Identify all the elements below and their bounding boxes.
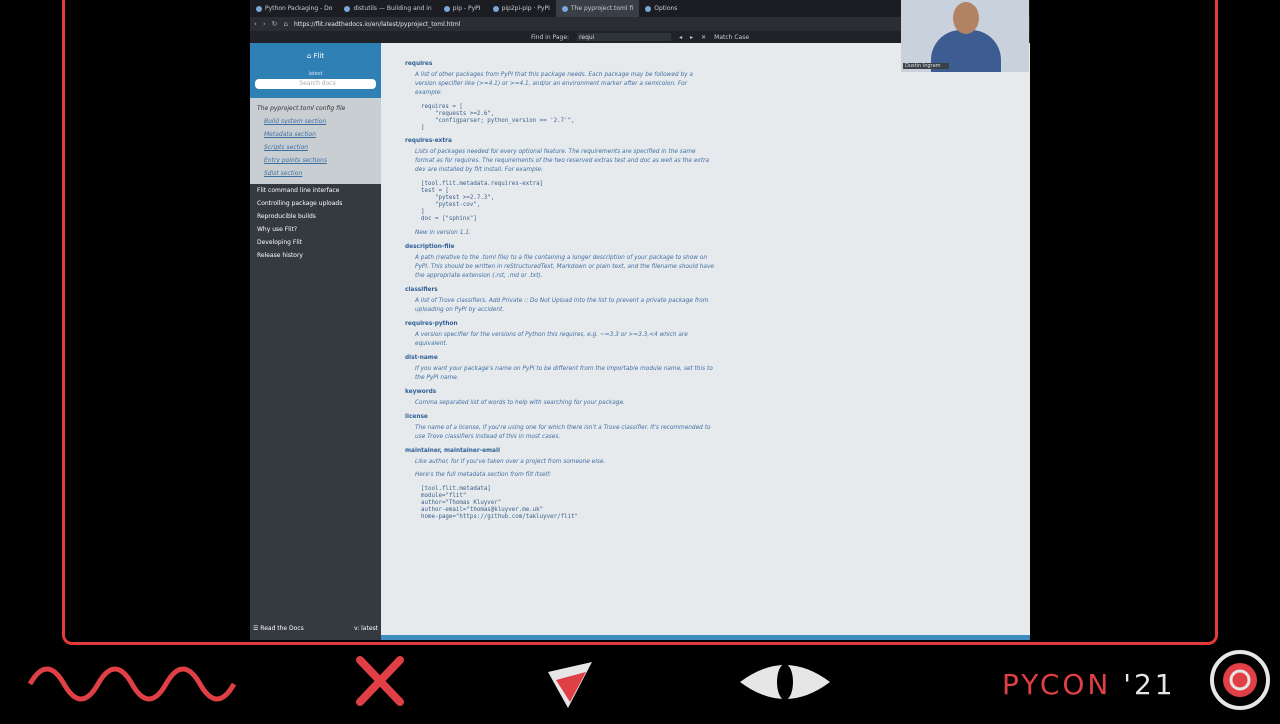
- x-icon: [356, 656, 404, 706]
- doc-body: requires A list of other packages from Py…: [381, 43, 1030, 521]
- doc-paragraph: Comma separated list of words to help wi…: [415, 400, 625, 406]
- github-icon: [645, 5, 652, 12]
- doc-paragraph: A list of Trove classifiers. Add Private…: [415, 298, 709, 313]
- back-icon[interactable]: ‹: [254, 20, 257, 28]
- tab-label: Python Packaging - Do: [265, 5, 333, 12]
- code-block: [tool.flit.metadata.requires-extra] test…: [421, 181, 544, 222]
- tab-distutils[interactable]: distutils — Building and in: [338, 5, 437, 12]
- sidebar-subitem[interactable]: Metadata section: [250, 128, 381, 141]
- doc-paragraph: A list of other packages from PyPI that …: [415, 72, 693, 96]
- speaker-head: [953, 2, 979, 34]
- doc-term: description-file: [405, 244, 455, 250]
- tab-options[interactable]: Options: [639, 5, 683, 12]
- find-next-icon[interactable]: ▸: [690, 34, 693, 41]
- speaker-caption: Dustin Ingram: [903, 63, 949, 69]
- sidebar-item-pyproject[interactable]: The pyproject.toml config file: [250, 102, 381, 115]
- doc-main: requires A list of other packages from Py…: [381, 43, 1030, 640]
- doc-paragraph: A path (relative to the .toml file) to a…: [415, 255, 714, 279]
- tab-label: pip2pi-pip · PyPI: [501, 5, 550, 12]
- sidebar-item[interactable]: Why use Flit?: [250, 223, 381, 236]
- pypi-icon: [443, 5, 450, 12]
- sidebar-subitem[interactable]: Entry points sections: [250, 154, 381, 167]
- find-close-icon[interactable]: ✕: [701, 34, 706, 41]
- rtd-version: v: latest: [353, 625, 378, 632]
- python-icon: [256, 5, 262, 12]
- eye-icon: [740, 664, 830, 700]
- doc-term: requires-python: [405, 321, 458, 327]
- url-field[interactable]: https://flit.readthedocs.io/en/latest/py…: [294, 21, 460, 28]
- home-icon[interactable]: ⌂: [284, 20, 288, 28]
- sidebar-item[interactable]: Flit command line interface: [250, 184, 381, 197]
- sidebar-item[interactable]: Controlling package uploads: [250, 197, 381, 210]
- doc-paragraph: Here's the full metadata section from fl…: [415, 472, 552, 478]
- speaker-webcam: Dustin Ingram: [901, 0, 1029, 72]
- doc-paragraph: A version specifier for the versions of …: [415, 332, 688, 347]
- brand-link[interactable]: ⌂ Flit: [250, 43, 381, 60]
- search-input[interactable]: Search docs: [255, 79, 376, 89]
- doc-term: dist-name: [405, 355, 438, 361]
- brand-text: Flit: [313, 52, 325, 60]
- reload-icon[interactable]: ↻: [272, 20, 278, 28]
- doc-term: classifiers: [405, 287, 438, 293]
- pycon-wordmark: PYCON '21: [1002, 668, 1176, 701]
- current-section: The pyproject.toml config file Build sys…: [250, 98, 381, 184]
- doc-term: license: [405, 414, 428, 420]
- tab-pip2pi[interactable]: pip2pi-pip · PyPI: [487, 5, 556, 12]
- pycon-year: '21: [1123, 668, 1176, 701]
- find-input[interactable]: [577, 33, 672, 41]
- version-label: latest: [308, 71, 323, 77]
- pycon-text: PYCON: [1002, 668, 1112, 701]
- triangle-icon: [548, 662, 592, 708]
- tab-pyproject[interactable]: The pyproject.toml fi: [555, 0, 640, 17]
- doc-paragraph: If you want your package's name on PyPI …: [415, 366, 713, 381]
- python-icon: [344, 5, 351, 12]
- wave-icon: [27, 666, 237, 702]
- sidebar-subitem[interactable]: Build system section: [250, 115, 381, 128]
- code-block: requires = [ "requests >=2.6", "configpa…: [421, 104, 575, 131]
- sidebar-subitem[interactable]: Sdist section: [250, 167, 381, 180]
- doc-paragraph: Like author, for if you've taken over a …: [415, 459, 606, 465]
- docs-sidebar: ⌂ Flit latest Search docs The pyproject.…: [250, 43, 381, 640]
- doc-paragraph: New in version 1.1.: [415, 230, 471, 236]
- rtd-text: Read the Docs: [260, 625, 304, 632]
- doc-term: keywords: [405, 389, 437, 395]
- tab-label: Options: [654, 5, 678, 12]
- horizontal-scrollbar[interactable]: [381, 635, 1030, 640]
- sidebar-header: ⌂ Flit latest Search docs: [250, 43, 381, 98]
- rtd-label: ☰ Read the Docs: [253, 625, 304, 632]
- tab-label: pip - PyPI: [452, 5, 481, 12]
- sidebar-item[interactable]: Reproducible builds: [250, 210, 381, 223]
- tab-label: distutils — Building and in: [353, 5, 432, 12]
- doc-term: requires-extra: [405, 138, 452, 144]
- page-content: ⌂ Flit latest Search docs The pyproject.…: [250, 43, 1030, 640]
- tab-python-packaging[interactable]: Python Packaging - Do: [250, 5, 338, 12]
- code-block: [tool.flit.metadata] module="flit" autho…: [421, 486, 579, 520]
- tab-pip[interactable]: pip - PyPI: [438, 5, 487, 12]
- sidebar-subitem[interactable]: Scripts section: [250, 141, 381, 154]
- browser-window: Python Packaging - Do distutils — Buildi…: [250, 0, 1030, 640]
- doc-term: maintainer, maintainer-email: [405, 448, 500, 454]
- find-prev-icon[interactable]: ◂: [679, 34, 682, 41]
- doc-paragraph: Lists of packages needed for every optio…: [415, 149, 710, 173]
- sidebar-item[interactable]: Developing Flit: [250, 236, 381, 249]
- pypi-icon: [492, 5, 499, 12]
- sidebar-item[interactable]: Release history: [250, 249, 381, 262]
- doc-paragraph: The name of a license, if you're using o…: [415, 425, 711, 440]
- rtd-footer[interactable]: ☰ Read the Docs v: latest: [253, 625, 378, 632]
- docs-icon: [561, 5, 568, 12]
- pycon-badge-icon: [1210, 650, 1270, 710]
- find-label: Find in Page:: [530, 33, 570, 41]
- match-case-toggle[interactable]: Match Case: [714, 34, 749, 41]
- forward-icon[interactable]: ›: [263, 20, 266, 28]
- tab-label: The pyproject.toml fi: [570, 5, 634, 12]
